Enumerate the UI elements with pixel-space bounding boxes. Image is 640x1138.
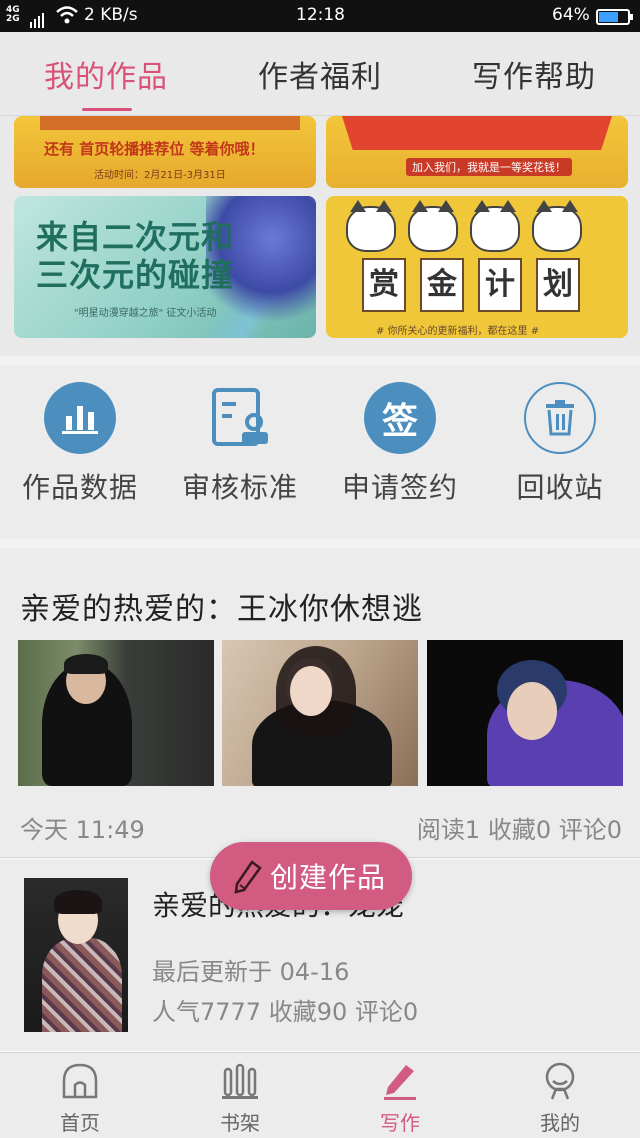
- bottom-nav: 首页 书架 写作 我的: [0, 1052, 640, 1138]
- quick-actions: 作品数据 审核标准 签 申请签约 回收站: [0, 366, 640, 538]
- pen-icon: [384, 1065, 416, 1100]
- post-time: 今天 11:49: [20, 816, 145, 844]
- bounty-signs: 赏金计划: [362, 258, 622, 312]
- signal-indicator: 4G 2G: [6, 5, 20, 24]
- post-title: 亲爱的热爱的：王冰你休想逃: [20, 592, 423, 627]
- trash-icon: [524, 382, 596, 454]
- bar-chart-icon: [44, 382, 116, 454]
- battery-percent: 64%: [552, 5, 590, 25]
- nav-label: 书架: [220, 1111, 260, 1135]
- work-cover: [24, 878, 128, 1032]
- action-label: 审核标准: [181, 471, 298, 504]
- banner-join-us[interactable]: 加入我们，我就是一等奖花钱！: [326, 116, 628, 188]
- tab-my-works[interactable]: 我的作品: [44, 52, 168, 96]
- battery-icon: [596, 9, 633, 25]
- action-review-standard[interactable]: 审核标准: [160, 382, 320, 506]
- nav-label: 写作: [380, 1111, 420, 1135]
- review-document-icon: [204, 382, 276, 454]
- nav-home[interactable]: 首页: [0, 1061, 160, 1136]
- nav-bookshelf[interactable]: 书架: [160, 1061, 320, 1136]
- banner-title: 来自二次元和三次元的碰撞: [36, 218, 235, 294]
- promo-banners: 还有 首页轮播推荐位 等着你哦！ 活动时间：2月21日-3月31日 加入我们，我…: [0, 116, 640, 356]
- active-tab-indicator: [82, 108, 132, 111]
- bookshelf-icon: [222, 1063, 258, 1099]
- wifi-icon: [56, 6, 78, 24]
- post-photo-2: [222, 640, 418, 786]
- tab-writing-help[interactable]: 写作帮助: [472, 52, 596, 96]
- work-stats: 人气7777 收藏90 评论0: [152, 998, 419, 1026]
- featured-post[interactable]: 亲爱的热爱的：王冰你休想逃 今天 11:49 阅读1 收藏0 评论0: [0, 548, 640, 858]
- banner-text: 加入我们，我就是一等奖花钱！: [406, 158, 572, 176]
- pencil-icon: [234, 860, 262, 894]
- sign-icon: 签: [364, 382, 436, 454]
- signal-bars-icon: [30, 8, 46, 28]
- cats-illustration: [346, 200, 616, 260]
- post-photo-3: [427, 640, 623, 786]
- action-apply-contract[interactable]: 签 申请签约: [320, 382, 480, 506]
- work-updated: 最后更新于 04-16: [152, 958, 350, 986]
- post-stats: 阅读1 收藏0 评论0: [416, 816, 622, 844]
- action-recycle-bin[interactable]: 回收站: [480, 382, 640, 506]
- nav-label: 首页: [60, 1111, 100, 1135]
- nav-label: 我的: [540, 1111, 580, 1135]
- network-speed: 2 KB/s: [84, 5, 138, 25]
- banner-subtitle: "明星动漫穿越之旅" 征文小活动: [74, 308, 217, 319]
- tab-author-benefits[interactable]: 作者福利: [258, 52, 382, 96]
- status-bar: 4G 2G 2 KB/s 12:18 64%: [0, 0, 640, 32]
- clock: 12:18: [296, 5, 345, 25]
- banner-text: 还有 首页轮播推荐位 等着你哦！: [44, 140, 265, 158]
- top-tab-bar: 我的作品 作者福利 写作帮助: [0, 32, 640, 116]
- post-photo-1: [18, 640, 214, 786]
- banner-homepage-recommend[interactable]: 还有 首页轮播推荐位 等着你哦！ 活动时间：2月21日-3月31日: [14, 116, 316, 188]
- banner-note: # 你所关心的更新福利，都在这里 #: [376, 326, 540, 337]
- nav-write[interactable]: 写作: [320, 1061, 480, 1136]
- action-label: 回收站: [516, 471, 604, 504]
- banner-bounty-plan[interactable]: 赏金计划 # 你所关心的更新福利，都在这里 #: [326, 196, 628, 338]
- profile-icon: [545, 1062, 575, 1100]
- nav-mine[interactable]: 我的: [480, 1061, 640, 1136]
- create-work-label: 创建作品: [270, 861, 387, 894]
- create-work-button[interactable]: 创建作品: [210, 842, 412, 910]
- action-works-data[interactable]: 作品数据: [0, 382, 160, 506]
- banner-anime-event[interactable]: 来自二次元和三次元的碰撞 "明星动漫穿越之旅" 征文小活动: [14, 196, 316, 338]
- home-icon: [62, 1063, 98, 1099]
- action-label: 作品数据: [21, 471, 138, 504]
- action-label: 申请签约: [341, 471, 458, 504]
- banner-date: 活动时间：2月21日-3月31日: [94, 170, 226, 181]
